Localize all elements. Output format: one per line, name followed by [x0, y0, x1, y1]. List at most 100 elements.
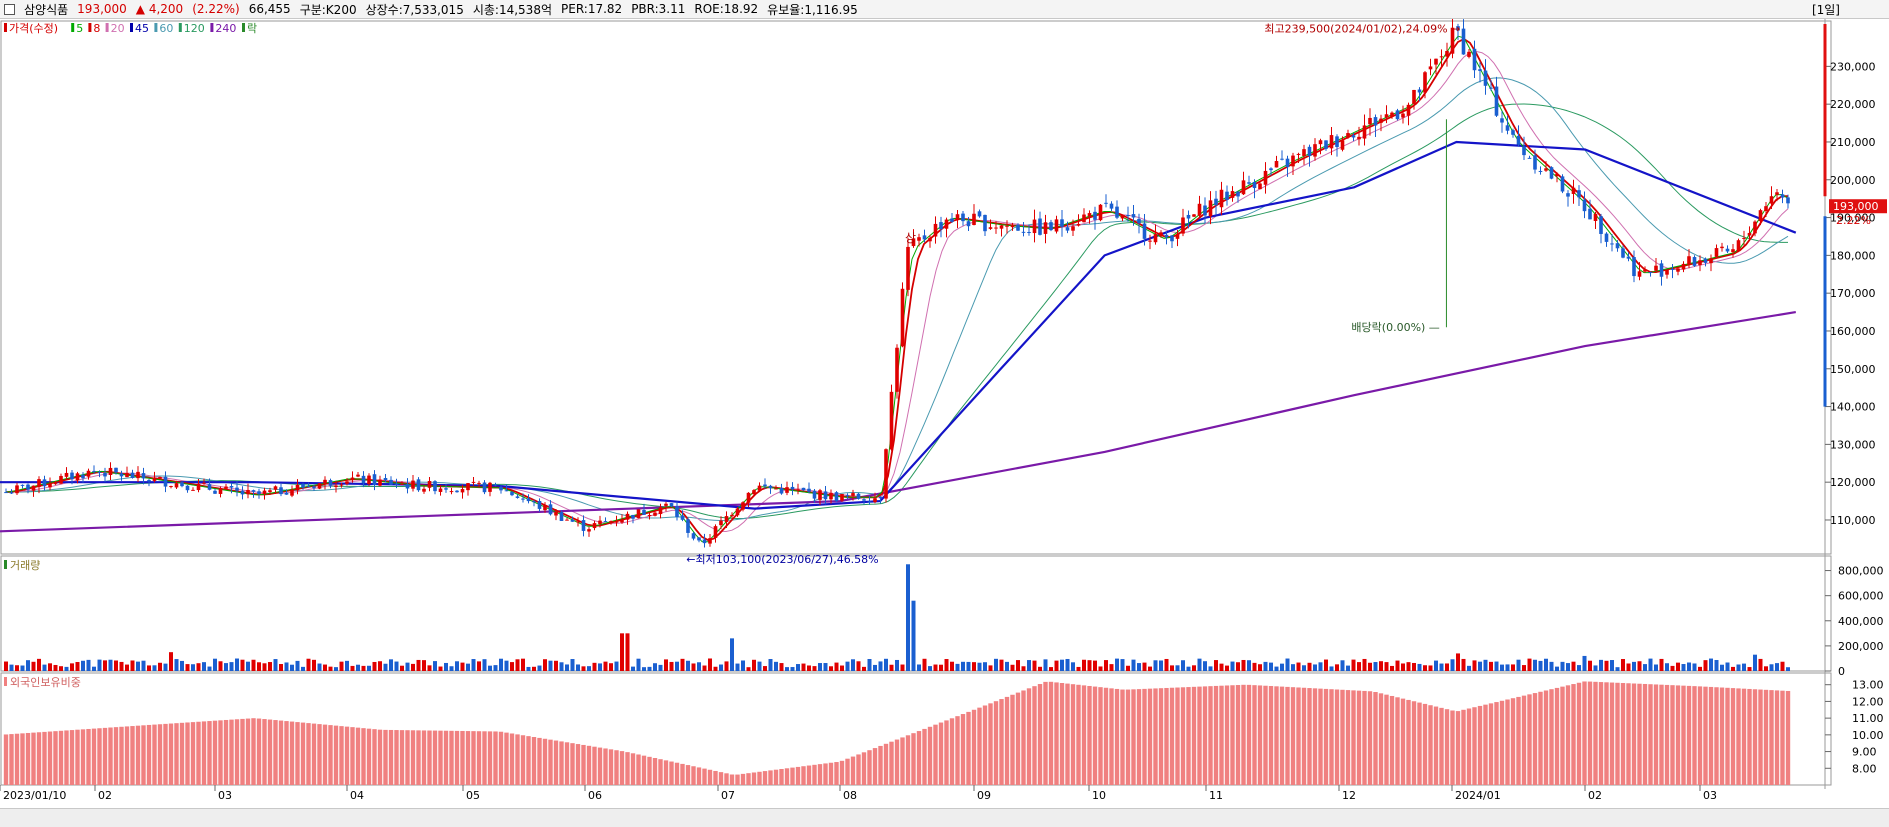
volume-bar — [257, 662, 261, 671]
candle-body — [306, 486, 311, 488]
foreign-bar — [850, 756, 856, 785]
candle-body — [1208, 200, 1213, 217]
foreign-bar — [933, 724, 938, 785]
foreign-bar — [955, 716, 960, 785]
foreign-bar — [1367, 691, 1373, 785]
foreign-bar — [405, 730, 410, 785]
foreign-bar — [1136, 689, 1142, 785]
volume-bar — [702, 665, 707, 671]
candle-body — [1274, 160, 1279, 168]
candle-body — [559, 512, 564, 521]
foreign-bar — [1131, 689, 1136, 785]
foreign-bar — [9, 734, 14, 785]
candle-body — [1599, 216, 1603, 234]
candle-body — [785, 487, 789, 493]
foreign-bar — [801, 766, 806, 785]
foreign-bar — [878, 745, 883, 785]
foreign-bar — [493, 731, 498, 785]
volume-bar — [163, 663, 168, 671]
x-tick-label: 02 — [1588, 789, 1602, 802]
foreign-bar — [1120, 689, 1125, 785]
candle-body — [961, 213, 965, 222]
foreign-bar — [795, 766, 801, 785]
candle-body — [1670, 268, 1675, 270]
period-selector[interactable]: [1일] — [1812, 1, 1840, 18]
volume-bar — [895, 659, 899, 671]
foreign-bar — [179, 722, 185, 785]
candle-body — [26, 484, 30, 490]
foreign-bar — [553, 740, 559, 785]
foreign-bar — [427, 730, 432, 785]
candle-body — [928, 237, 932, 242]
foreign-bar — [64, 730, 69, 785]
candle-body — [592, 523, 597, 529]
volume-bar — [1131, 659, 1136, 671]
foreign-bar — [234, 719, 240, 785]
candle-body — [1115, 206, 1119, 218]
volume-bar — [301, 666, 305, 671]
foreign-bar — [47, 731, 53, 785]
checkbox-icon[interactable] — [4, 3, 15, 15]
candle-body — [1461, 28, 1466, 55]
foreign-bar — [482, 731, 487, 785]
candle-body — [312, 486, 316, 489]
volume-bar — [130, 660, 135, 671]
candle-body — [779, 488, 784, 494]
candle-body — [1626, 256, 1631, 259]
foreign-bar — [1208, 686, 1213, 785]
chart-scrollbar[interactable] — [0, 808, 1889, 827]
volume-bar — [1351, 659, 1356, 671]
foreign-bar — [102, 727, 108, 785]
stock-chart[interactable]: 230,000220,000210,000200,000190,000180,0… — [0, 19, 1889, 808]
foreign-tick-label: 12.00 — [1852, 695, 1884, 708]
candle-body — [526, 498, 531, 502]
candle-body — [1302, 149, 1306, 156]
volume-bar — [1142, 662, 1147, 671]
foreign-bar — [1714, 687, 1719, 785]
volume-bar — [273, 659, 278, 671]
foreign-bar — [361, 728, 366, 785]
foreign-bar — [823, 763, 828, 785]
volume-bar — [757, 661, 762, 671]
volume-bar — [1692, 663, 1697, 671]
foreign-bar — [669, 761, 674, 785]
volume-bar — [521, 658, 525, 671]
candle-body — [444, 488, 448, 490]
candle-body — [977, 211, 982, 217]
volume-bar — [928, 666, 932, 671]
candle-body — [862, 499, 866, 501]
candle-body — [686, 519, 690, 533]
candle-body — [1021, 231, 1026, 233]
price-tick-label: 230,000 — [1830, 60, 1876, 73]
candle-body — [856, 493, 861, 499]
volume-bar — [1648, 658, 1653, 671]
foreign-bar — [1147, 688, 1153, 785]
legend-label: 20 — [111, 22, 125, 35]
candle-body — [1725, 248, 1730, 252]
foreign-bar — [306, 723, 311, 785]
foreign-bar — [58, 730, 64, 785]
price-tick-label: 170,000 — [1830, 287, 1876, 300]
stock-name[interactable]: 삼양식품 — [24, 1, 68, 18]
volume-bar — [1665, 663, 1669, 671]
foreign-bar — [421, 730, 427, 785]
volume-tick-label: 400,000 — [1838, 615, 1884, 628]
candle-body — [1329, 135, 1334, 149]
volume-bar — [1027, 660, 1031, 671]
candle-body — [1428, 66, 1433, 70]
candle-body — [1280, 158, 1284, 160]
candle-body — [1082, 214, 1086, 223]
volume-bar — [1505, 664, 1510, 671]
volume-bar — [240, 659, 245, 671]
foreign-bar — [856, 754, 861, 785]
candle-body — [53, 483, 58, 485]
volume-bar — [246, 661, 250, 671]
candle-body — [741, 502, 745, 510]
foreign-bar — [592, 746, 597, 785]
candle-body — [1780, 194, 1785, 198]
foreign-bar — [1378, 693, 1384, 785]
foreign-bar — [702, 768, 707, 785]
volume-bar — [642, 667, 646, 671]
foreign-bar — [1411, 701, 1417, 785]
candle-body — [576, 521, 580, 523]
